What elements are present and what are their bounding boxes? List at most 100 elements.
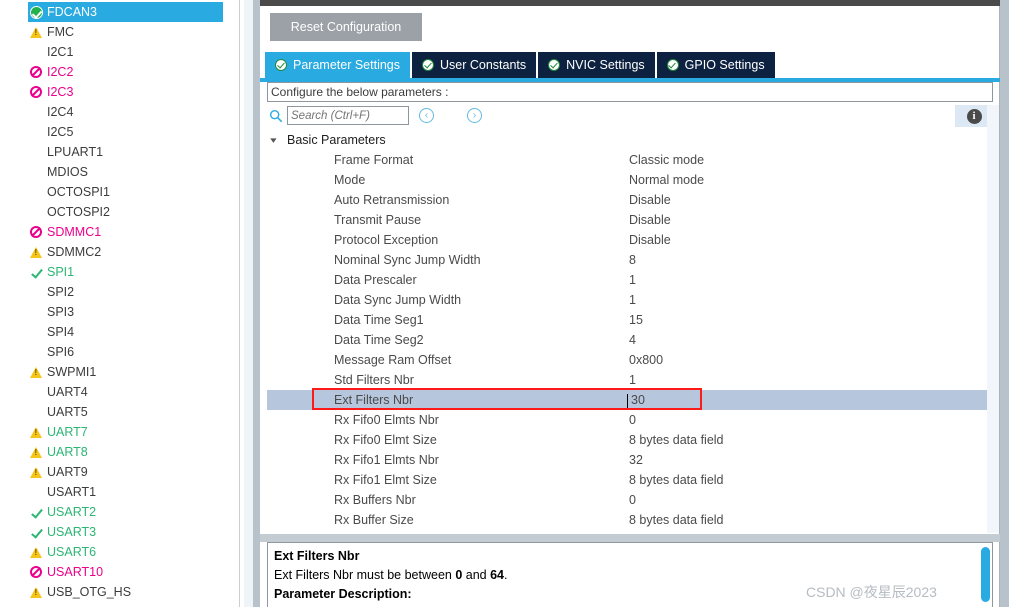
description-separator [260,534,1000,542]
no-icon [28,345,44,359]
parameter-group-basic[interactable]: ▾ Basic Parameters [267,130,993,150]
check-circle-icon [666,58,679,71]
description-scrollbar-thumb[interactable] [981,547,990,602]
parameter-row[interactable]: Data Prescaler 1 [267,270,993,290]
parameter-row[interactable]: Ext Filters Nbr 30 [267,390,993,410]
parameter-tree[interactable]: ▾ Basic Parameters Frame Format Classic m… [267,130,993,533]
parameter-description-label: Parameter Description: [274,587,412,601]
no-icon [28,165,44,179]
sidebar-item-sdmmc1[interactable]: SDMMC1 [0,222,239,242]
tab-parameter-settings[interactable]: Parameter Settings [265,51,410,78]
tab-label: NVIC Settings [566,57,645,72]
sidebar-item-label: SDMMC1 [47,224,102,239]
tab-gpio-settings[interactable]: GPIO Settings [656,51,775,78]
parameter-name: Transmit Pause [334,213,422,227]
parameter-row[interactable]: Rx Fifo0 Elmt Size 8 bytes data field [267,430,993,450]
parameter-value: 0 [629,493,636,507]
sidebar-item-usart10[interactable]: USART10 [0,562,239,582]
parameter-value: 1 [629,273,636,287]
parameter-value-input[interactable]: 30 [627,393,929,409]
sidebar-item-octospi1[interactable]: OCTOSPI1 [0,182,239,202]
sidebar-item-i2c2[interactable]: I2C2 [0,62,239,82]
window-bottom-strip [0,607,1009,614]
warning-triangle-icon [28,25,44,39]
sidebar-item-label: SPI2 [47,284,75,299]
sidebar-item-label: SWPMI1 [47,364,97,379]
constraint-suffix: . [504,568,508,582]
tab-nvic-settings[interactable]: NVIC Settings [538,51,655,78]
sidebar-item-spi1[interactable]: SPI1 [0,262,239,282]
parameter-row[interactable]: Auto Retransmission Disable [267,190,993,210]
parameter-scrollbar-track[interactable] [987,105,999,533]
parameter-row[interactable]: Rx Buffer Size 8 bytes data field [267,510,993,530]
sidebar-item-spi3[interactable]: SPI3 [0,302,239,322]
sidebar-item-uart5[interactable]: UART5 [0,402,239,422]
search-icon[interactable] [269,109,283,123]
sidebar-item-usart6[interactable]: USART6 [0,542,239,562]
no-icon [28,385,44,399]
check-circle-icon [548,58,561,71]
parameter-row[interactable]: Protocol Exception Disable [267,230,993,250]
parameter-row[interactable]: Rx Fifo0 Elmts Nbr 0 [267,410,993,430]
tick-icon [28,505,44,519]
sidebar-item-spi6[interactable]: SPI6 [0,342,239,362]
sidebar-item-usart3[interactable]: USART3 [0,522,239,542]
sidebar-splitter[interactable] [253,0,260,614]
parameter-row[interactable]: Data Time Seg1 15 [267,310,993,330]
constraint-mid: and [462,568,491,582]
panel-body: Reset Configuration Parameter Settings Us… [260,6,1000,614]
chevron-down-icon[interactable]: ▾ [270,135,290,146]
sidebar-item-octospi2[interactable]: OCTOSPI2 [0,202,239,222]
parameter-name: Data Sync Jump Width [334,293,462,307]
sidebar-scrollbar-track[interactable] [244,0,496,614]
sidebar-item-label: OCTOSPI2 [47,204,110,219]
tick-icon [28,525,44,539]
parameter-row[interactable]: Rx Fifo1 Elmt Size 8 bytes data field [267,470,993,490]
parameter-value: 0x800 [629,353,664,367]
parameter-row[interactable]: Mode Normal mode [267,170,993,190]
sidebar-item-sdmmc2[interactable]: SDMMC2 [0,242,239,262]
search-input[interactable] [287,106,409,125]
parameter-value: 15 [629,313,643,327]
sidebar-item-uart7[interactable]: UART7 [0,422,239,442]
sidebar-item-i2c5[interactable]: I2C5 [0,122,239,142]
sidebar-item-label: USART1 [47,484,97,499]
sidebar-item-spi4[interactable]: SPI4 [0,322,239,342]
sidebar-item-fmc[interactable]: FMC [0,22,239,42]
parameter-row[interactable]: Message Ram Offset 0x800 [267,350,993,370]
parameter-value: 4 [629,333,636,347]
tab-user-constants[interactable]: User Constants [412,51,537,78]
sidebar-item-uart4[interactable]: UART4 [0,382,239,402]
configure-banner: Configure the below parameters : [267,82,993,102]
sidebar-item-i2c3[interactable]: I2C3 [0,82,239,102]
parameter-name: Rx Fifo1 Elmts Nbr [334,453,439,467]
sidebar-item-usart2[interactable]: USART2 [0,502,239,522]
sidebar-item-uart9[interactable]: UART9 [0,462,239,482]
parameter-row[interactable]: Std Filters Nbr 1 [267,370,993,390]
search-previous-icon[interactable]: ‹ [419,108,434,123]
parameter-row[interactable]: Frame Format Classic mode [267,150,993,170]
parameter-row[interactable]: Rx Fifo1 Elmts Nbr 32 [267,450,993,470]
sidebar-item-uart8[interactable]: UART8 [0,442,239,462]
sidebar-item-label: SPI1 [47,264,75,279]
peripheral-list-sidebar[interactable]: FDCAN3 FMC I2C1 I2C2 I2C3 I2C4 I2C5 LPUART1 MDIO… [0,0,240,614]
no-icon [28,125,44,139]
sidebar-item-fdcan3[interactable]: FDCAN3 [28,2,223,22]
parameter-row[interactable]: Nominal Sync Jump Width 8 [267,250,993,270]
sidebar-item-usart1[interactable]: USART1 [0,482,239,502]
sidebar-item-usb_otg_hs[interactable]: USB_OTG_HS [0,582,239,602]
sidebar-item-spi2[interactable]: SPI2 [0,282,239,302]
parameter-value: Disable [629,213,671,227]
sidebar-item-lpuart1[interactable]: LPUART1 [0,142,239,162]
parameter-row[interactable]: Transmit Pause Disable [267,210,993,230]
sidebar-item-i2c1[interactable]: I2C1 [0,42,239,62]
reset-configuration-button[interactable]: Reset Configuration [270,13,422,41]
search-next-icon[interactable]: › [467,108,482,123]
parameter-row[interactable]: Rx Buffers Nbr 0 [267,490,993,510]
sidebar-item-label: SPI4 [47,324,75,339]
sidebar-item-swpmi1[interactable]: SWPMI1 [0,362,239,382]
parameter-row[interactable]: Data Time Seg2 4 [267,330,993,350]
parameter-row[interactable]: Data Sync Jump Width 1 [267,290,993,310]
sidebar-item-i2c4[interactable]: I2C4 [0,102,239,122]
sidebar-item-mdios[interactable]: MDIOS [0,162,239,182]
